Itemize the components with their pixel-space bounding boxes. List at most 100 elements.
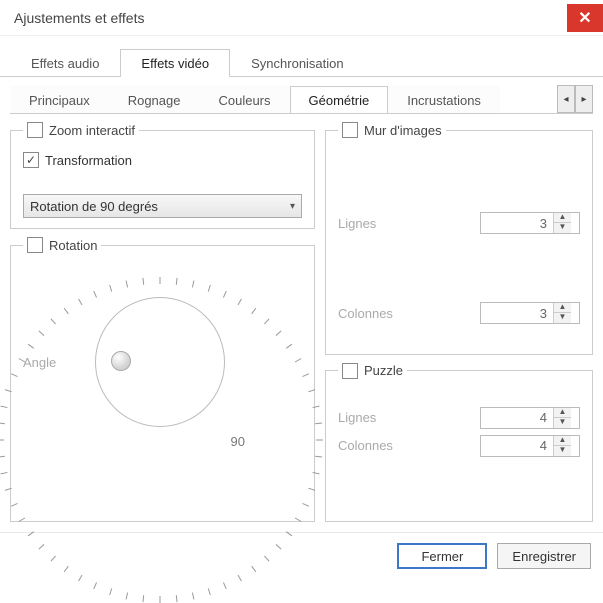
spin-down-icon[interactable]: ▼ — [554, 446, 571, 456]
dial-tick — [39, 331, 45, 336]
spin-down-icon[interactable]: ▼ — [554, 313, 571, 323]
input-wall-colonnes[interactable] — [481, 306, 553, 321]
label-puzzle: Puzzle — [364, 363, 403, 378]
dial-tick — [64, 308, 69, 314]
dial-tick — [28, 344, 34, 349]
subtab-principaux[interactable]: Principaux — [10, 86, 109, 113]
subtab-rognage[interactable]: Rognage — [109, 86, 200, 113]
input-puzzle-lignes[interactable] — [481, 410, 553, 425]
main-tabstrip: Effets audio Effets vidéo Synchronisatio… — [0, 36, 603, 77]
subtab-incrustations[interactable]: Incrustations — [388, 86, 500, 113]
dial-tick — [286, 344, 292, 349]
dial-tick — [5, 389, 12, 392]
spinner-wall-colonnes[interactable]: ▲ ▼ — [480, 302, 580, 324]
dial-tick — [264, 319, 269, 325]
dial-tick — [302, 373, 309, 377]
subtab-couleurs[interactable]: Couleurs — [199, 86, 289, 113]
label-mur-dimages: Mur d'images — [364, 123, 442, 138]
dial-tick — [223, 291, 227, 298]
label-puzzle-colonnes: Colonnes — [338, 438, 393, 453]
label-wall-lignes: Lignes — [338, 216, 376, 231]
dial-tick — [315, 456, 322, 458]
spin-down-icon[interactable]: ▼ — [554, 223, 571, 233]
dial-tick — [308, 488, 315, 491]
group-puzzle: Puzzle Lignes ▲ ▼ Colonnes ▲ — [325, 363, 593, 522]
dial-tick — [78, 299, 82, 306]
checkbox-rotation[interactable] — [27, 237, 43, 253]
dial-angle[interactable]: 90 — [75, 277, 245, 447]
checkbox-transformation[interactable] — [23, 152, 39, 168]
label-puzzle-lignes: Lignes — [338, 410, 376, 425]
dial-tick — [176, 278, 178, 285]
group-rotation: Rotation Angle 90 — [10, 237, 315, 522]
dial-tick — [302, 503, 309, 507]
dial-tick — [0, 406, 7, 408]
label-rotation: Rotation — [49, 238, 97, 253]
dial-tick — [312, 406, 319, 408]
tab-synchronisation[interactable]: Synchronisation — [230, 49, 365, 77]
spinner-wall-lignes[interactable]: ▲ ▼ — [480, 212, 580, 234]
dial-tick — [251, 308, 256, 314]
dial-tick — [312, 472, 319, 474]
dial-tick — [109, 285, 112, 292]
tab-effets-audio[interactable]: Effets audio — [10, 49, 120, 77]
dial-tick — [208, 285, 211, 292]
label-wall-colonnes: Colonnes — [338, 306, 393, 321]
titlebar: Ajustements et effets ✕ — [0, 0, 603, 36]
dial-tick — [0, 440, 4, 441]
dial-tick — [0, 472, 7, 474]
dial-tick — [0, 456, 5, 458]
window-title: Ajustements et effets — [14, 10, 144, 26]
checkbox-mur-dimages[interactable] — [342, 122, 358, 138]
dial-tick — [142, 278, 144, 285]
dial-tick — [0, 422, 5, 424]
label-zoom-interactif: Zoom interactif — [49, 123, 135, 138]
dial-knob[interactable] — [111, 351, 131, 371]
dial-tick — [142, 595, 144, 602]
dial-tick — [295, 518, 302, 522]
dial-tick — [192, 592, 194, 599]
checkbox-puzzle[interactable] — [342, 363, 358, 379]
close-button[interactable]: ✕ — [567, 4, 603, 32]
dial-tick — [19, 518, 26, 522]
dial-tick — [308, 389, 315, 392]
dial-tick — [11, 503, 18, 507]
checkbox-zoom-interactif[interactable] — [27, 122, 43, 138]
dial-tick — [223, 582, 227, 589]
subtabs-scroll-right[interactable]: ▸ — [575, 85, 593, 113]
close-dialog-button[interactable]: Fermer — [397, 543, 487, 569]
save-button[interactable]: Enregistrer — [497, 543, 591, 569]
dial-tick — [160, 596, 161, 603]
tab-effets-video[interactable]: Effets vidéo — [120, 49, 230, 77]
dial-tick — [109, 588, 112, 595]
sub-tabstrip: Principaux Rognage Couleurs Géométrie In… — [10, 85, 593, 114]
dropdown-transformation-value: Rotation de 90 degrés — [30, 199, 158, 214]
close-icon: ✕ — [578, 8, 591, 28]
dropdown-transformation[interactable]: Rotation de 90 degrés ▾ — [23, 194, 302, 218]
dial-tick — [238, 299, 242, 306]
input-wall-lignes[interactable] — [481, 216, 553, 231]
input-puzzle-colonnes[interactable] — [481, 438, 553, 453]
dial-tick — [51, 319, 56, 325]
dial-tick — [316, 440, 323, 441]
dial-tick — [93, 291, 97, 298]
dial-tick — [208, 588, 211, 595]
dial-tick — [126, 592, 128, 599]
chevron-down-icon: ▾ — [290, 201, 295, 212]
spinner-puzzle-lignes[interactable]: ▲ ▼ — [480, 407, 580, 429]
dial-tick — [276, 331, 282, 336]
dial-tick — [176, 595, 178, 602]
dial-tick — [126, 280, 128, 287]
dial-tick — [5, 488, 12, 491]
spinner-puzzle-colonnes[interactable]: ▲ ▼ — [480, 435, 580, 457]
subtab-geometrie[interactable]: Géométrie — [290, 86, 389, 113]
dial-tick — [160, 277, 161, 284]
group-mur-dimages: Mur d'images Lignes ▲ ▼ Colonnes ▲ — [325, 122, 593, 355]
content-area: Zoom interactif Transformation Rotation … — [0, 114, 603, 532]
label-angle: Angle — [23, 355, 67, 370]
subtabs-scroll-left[interactable]: ◂ — [557, 85, 575, 113]
dial-marker-90: 90 — [231, 434, 245, 449]
spin-down-icon[interactable]: ▼ — [554, 418, 571, 428]
group-zoom-interactif: Zoom interactif Transformation Rotation … — [10, 122, 315, 229]
label-transformation: Transformation — [45, 153, 132, 168]
